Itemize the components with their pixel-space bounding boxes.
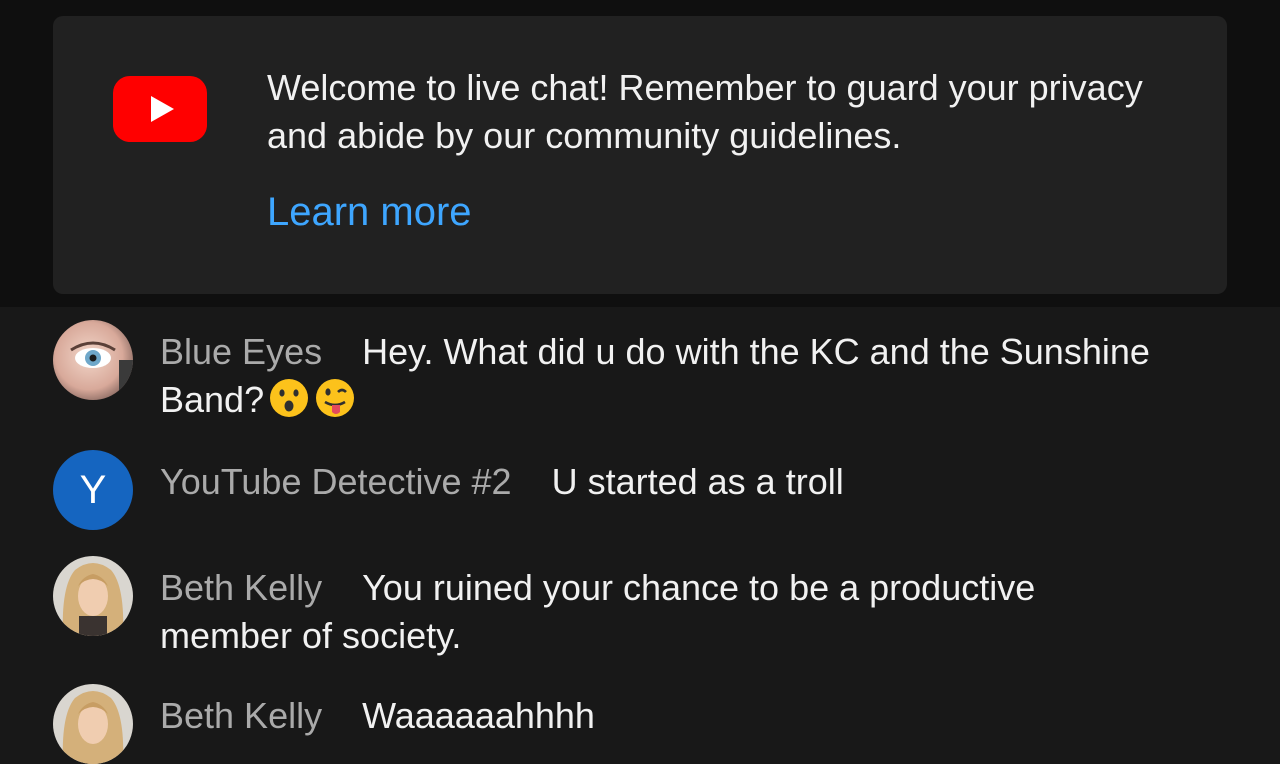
message-text: Waaaaaahhhh <box>362 695 595 736</box>
chat-message-body: Blue Eyes Hey. What did u do with the KC … <box>160 328 1150 424</box>
avatar[interactable] <box>53 320 133 400</box>
author-name[interactable]: Beth Kelly <box>160 567 322 608</box>
avatar[interactable] <box>53 684 133 764</box>
avatar[interactable]: Y <box>53 450 133 530</box>
welcome-card: Welcome to live chat! Remember to guard … <box>53 16 1227 294</box>
hushed-face-emoji-icon <box>268 377 310 419</box>
chat-message-body: Beth Kelly Waaaaaahhhh <box>160 692 1150 740</box>
message-text: U started as a troll <box>551 461 844 502</box>
chat-message-body: Beth Kelly You ruined your chance to be a… <box>160 564 1150 660</box>
welcome-message: Welcome to live chat! Remember to guard … <box>267 67 1143 156</box>
chat-message-body: YouTube Detective #2 U started as a troll <box>160 458 1150 506</box>
author-name[interactable]: Beth Kelly <box>160 695 322 736</box>
author-name[interactable]: Blue Eyes <box>160 331 322 372</box>
avatar[interactable] <box>53 556 133 636</box>
winking-face-with-tongue-emoji-icon <box>314 377 356 419</box>
learn-more-link[interactable]: Learn more <box>267 186 472 238</box>
youtube-logo-icon <box>113 76 207 142</box>
live-chat-list: Blue Eyes Hey. What did u do with the KC … <box>0 307 1280 764</box>
author-name[interactable]: YouTube Detective #2 <box>160 461 512 502</box>
